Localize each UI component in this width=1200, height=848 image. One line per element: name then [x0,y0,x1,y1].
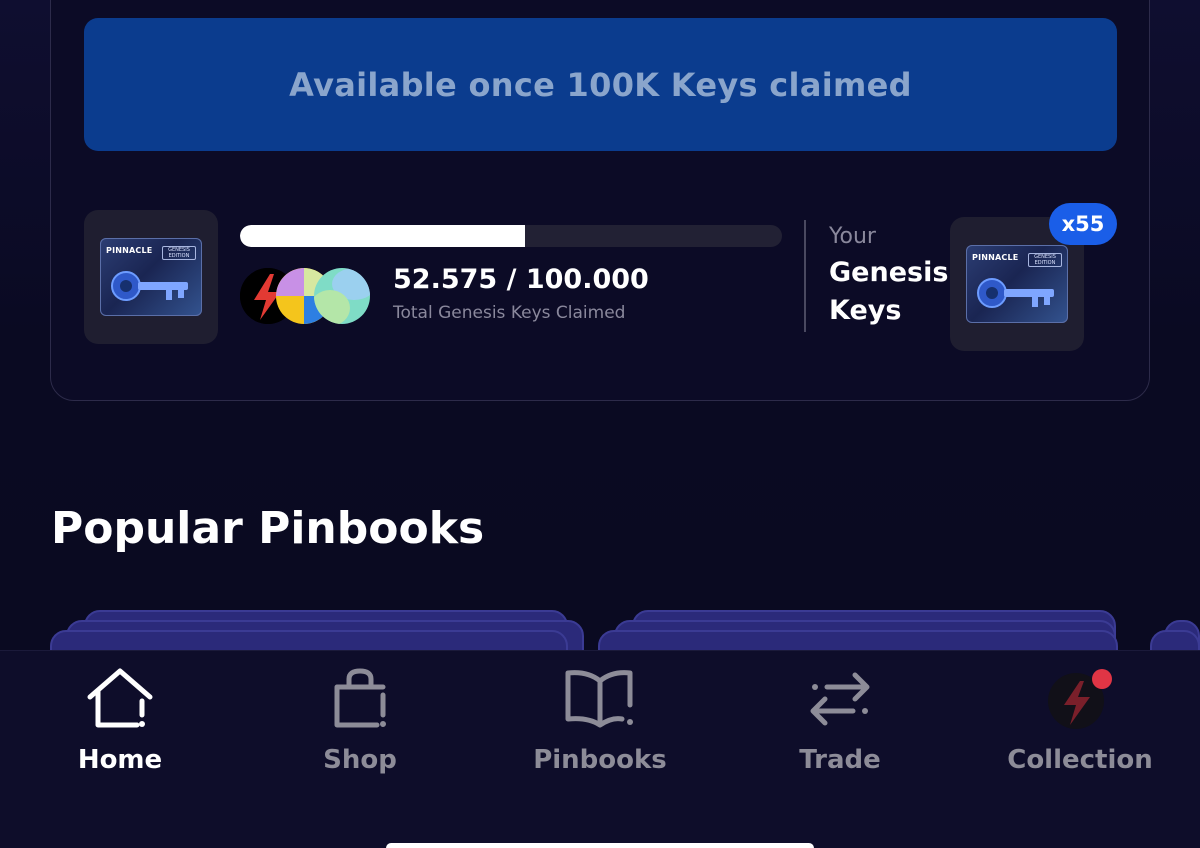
nav-collection[interactable]: Collection [980,667,1180,775]
claim-availability-label: Available once 100K Keys claimed [289,65,912,104]
key-icon [111,271,188,301]
nav-trade-label: Trade [799,745,881,775]
genesis-key-image: PINNACLE GENESIS EDITION [100,238,202,316]
book-icon [565,670,633,728]
avatar [314,268,370,324]
nav-trade[interactable]: Trade [740,667,940,775]
claimed-count: 52.575 / 100.000 [393,264,649,295]
nav-shop[interactable]: Shop [260,667,460,775]
gradient-avatar-icon [314,268,370,324]
home-icon [87,668,153,728]
nav-pinbooks[interactable]: Pinbooks [500,667,700,775]
nav-home-label: Home [77,745,163,775]
key-count-badge: x55 [1049,203,1117,245]
swap-arrows-icon [810,672,870,726]
genesis-progress-bar [240,225,782,247]
claim-availability-button[interactable]: Available once 100K Keys claimed [84,18,1117,151]
key-card-brand: PINNACLE [972,253,1019,262]
claimed-caption: Total Genesis Keys Claimed [393,303,626,323]
genesis-progress-fill [240,225,525,247]
your-keys-title: Genesis Keys [829,257,949,326]
key-card-edition: GENESIS EDITION [1028,253,1062,267]
divider [804,220,806,332]
nav-home[interactable]: Home [20,667,220,775]
key-card-brand: PINNACLE [106,246,153,255]
key-card-edition: GENESIS EDITION [162,246,196,260]
genesis-key-thumbnail[interactable]: PINNACLE GENESIS EDITION [84,210,218,344]
home-indicator[interactable] [386,843,814,848]
nav-collection-label: Collection [1007,745,1153,775]
key-icon [977,278,1054,308]
genesis-key-image: PINNACLE GENESIS EDITION [966,245,1068,323]
collector-avatars [240,268,374,324]
your-keys-label: Your [829,224,876,249]
shopping-bag-icon [334,668,386,728]
bottom-navigation: Home Shop Pinbooks Trade Collection [0,650,1200,848]
nav-shop-label: Shop [323,745,397,775]
nav-pinbooks-label: Pinbooks [533,745,667,775]
section-title: Popular Pinbooks [51,503,485,554]
collection-bolt-icon [1048,669,1112,729]
